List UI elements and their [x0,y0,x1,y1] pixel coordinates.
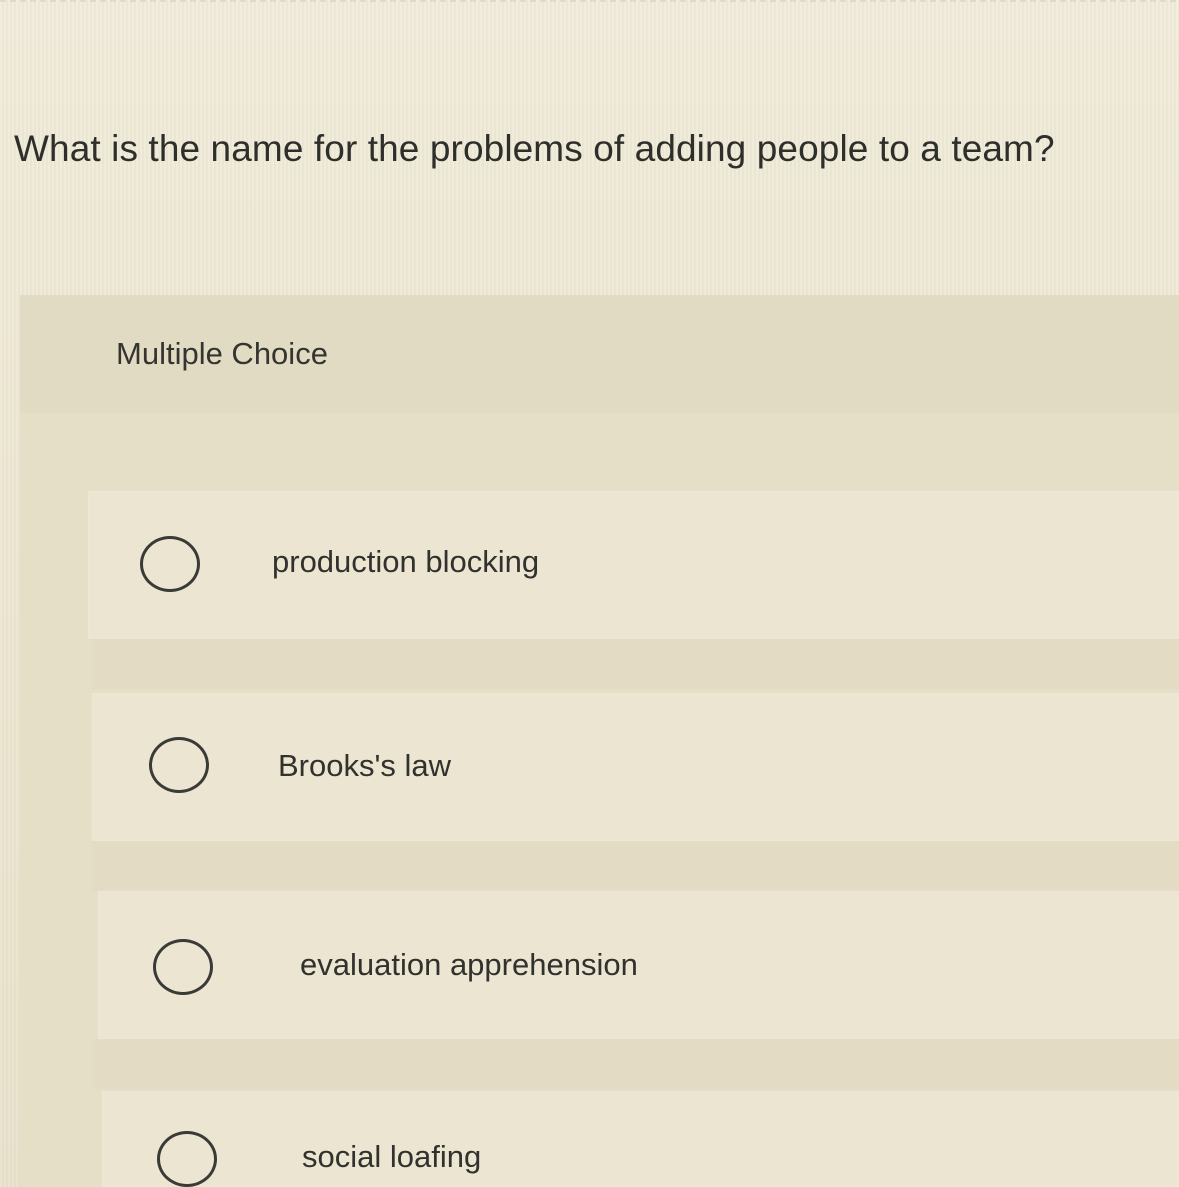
multiple-choice-label: Multiple Choice [116,336,328,371]
top-divider [0,0,1179,2]
panel-header: Multiple Choice [20,295,1179,413]
radio-button-icon[interactable] [153,939,213,995]
choice-option-production-blocking[interactable]: production blocking [88,491,1179,639]
radio-button-icon[interactable] [157,1131,217,1187]
quiz-page: { "question": { "text": "What is the nam… [0,0,1179,1187]
question-text: What is the name for the problems of add… [14,128,1055,169]
choice-option-label: production blocking [272,544,540,579]
radio-button-icon[interactable] [149,737,209,793]
multiple-choice-panel: Multiple Choice production blocking Broo… [20,295,1179,1187]
choice-option-label: social loafing [302,1139,482,1174]
choice-option-brookss-law[interactable]: Brooks's law [92,693,1179,841]
choice-option-evaluation-apprehension[interactable]: evaluation apprehension [98,891,1179,1039]
option-separator [92,841,1179,891]
option-separator [92,639,1179,689]
choice-option-social-loafing[interactable]: social loafing [102,1091,1179,1187]
radio-button-icon[interactable] [140,536,200,592]
choice-option-label: evaluation apprehension [300,947,638,982]
choice-option-label: Brooks's law [278,748,452,783]
option-separator [92,1039,1179,1089]
